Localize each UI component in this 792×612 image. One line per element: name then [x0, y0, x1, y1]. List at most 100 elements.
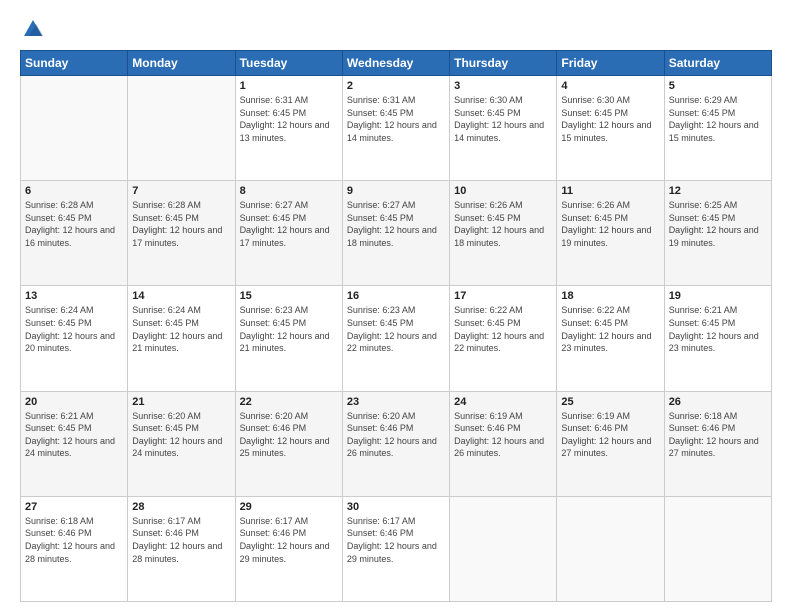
day-info: Sunrise: 6:30 AMSunset: 6:45 PMDaylight:…	[561, 94, 659, 144]
day-info: Sunrise: 6:22 AMSunset: 6:45 PMDaylight:…	[561, 304, 659, 354]
calendar-week-row: 20Sunrise: 6:21 AMSunset: 6:45 PMDayligh…	[21, 391, 772, 496]
calendar-header-tuesday: Tuesday	[235, 51, 342, 76]
day-info: Sunrise: 6:28 AMSunset: 6:45 PMDaylight:…	[132, 199, 230, 249]
calendar-day-cell: 13 Sunrise: 6:24 AMSunset: 6:45 PMDayligh…	[21, 286, 128, 391]
day-info: Sunrise: 6:31 AMSunset: 6:45 PMDaylight:…	[240, 94, 338, 144]
calendar-header-sunday: Sunday	[21, 51, 128, 76]
day-number: 30	[347, 501, 445, 513]
day-number: 25	[561, 396, 659, 408]
calendar-week-row: 13 Sunrise: 6:24 AMSunset: 6:45 PMDayligh…	[21, 286, 772, 391]
day-number: 24	[454, 396, 552, 408]
calendar-day-cell: 16 Sunrise: 6:23 AMSunset: 6:45 PMDayligh…	[342, 286, 449, 391]
calendar-day-cell: 14 Sunrise: 6:24 AMSunset: 6:45 PMDayligh…	[128, 286, 235, 391]
day-info: Sunrise: 6:31 AMSunset: 6:45 PMDaylight:…	[347, 94, 445, 144]
day-number: 10	[454, 185, 552, 197]
day-number: 28	[132, 501, 230, 513]
day-number: 14	[132, 290, 230, 302]
day-number: 9	[347, 185, 445, 197]
day-info: Sunrise: 6:29 AMSunset: 6:45 PMDaylight:…	[669, 94, 767, 144]
day-number: 19	[669, 290, 767, 302]
calendar-day-cell: 21 Sunrise: 6:20 AMSunset: 6:45 PMDayligh…	[128, 391, 235, 496]
day-info: Sunrise: 6:23 AMSunset: 6:45 PMDaylight:…	[347, 304, 445, 354]
day-info: Sunrise: 6:23 AMSunset: 6:45 PMDaylight:…	[240, 304, 338, 354]
day-info: Sunrise: 6:26 AMSunset: 6:45 PMDaylight:…	[561, 199, 659, 249]
day-number: 29	[240, 501, 338, 513]
day-info: Sunrise: 6:20 AMSunset: 6:46 PMDaylight:…	[347, 410, 445, 460]
header	[20, 18, 772, 40]
day-number: 22	[240, 396, 338, 408]
day-info: Sunrise: 6:24 AMSunset: 6:45 PMDaylight:…	[25, 304, 123, 354]
day-number: 4	[561, 80, 659, 92]
calendar-day-cell: 17 Sunrise: 6:22 AMSunset: 6:45 PMDayligh…	[450, 286, 557, 391]
calendar-day-cell: 4 Sunrise: 6:30 AMSunset: 6:45 PMDaylight…	[557, 76, 664, 181]
day-number: 17	[454, 290, 552, 302]
calendar-header-saturday: Saturday	[664, 51, 771, 76]
day-info: Sunrise: 6:28 AMSunset: 6:45 PMDaylight:…	[25, 199, 123, 249]
calendar-header-row: SundayMondayTuesdayWednesdayThursdayFrid…	[21, 51, 772, 76]
calendar-day-cell: 8 Sunrise: 6:27 AMSunset: 6:45 PMDaylight…	[235, 181, 342, 286]
calendar-header-thursday: Thursday	[450, 51, 557, 76]
day-info: Sunrise: 6:24 AMSunset: 6:45 PMDaylight:…	[132, 304, 230, 354]
day-info: Sunrise: 6:30 AMSunset: 6:45 PMDaylight:…	[454, 94, 552, 144]
calendar-day-cell: 12 Sunrise: 6:25 AMSunset: 6:45 PMDayligh…	[664, 181, 771, 286]
calendar-table: SundayMondayTuesdayWednesdayThursdayFrid…	[20, 50, 772, 602]
day-number: 15	[240, 290, 338, 302]
calendar-day-cell	[557, 496, 664, 601]
day-info: Sunrise: 6:17 AMSunset: 6:46 PMDaylight:…	[240, 515, 338, 565]
calendar-day-cell	[450, 496, 557, 601]
day-info: Sunrise: 6:27 AMSunset: 6:45 PMDaylight:…	[347, 199, 445, 249]
calendar-day-cell: 19 Sunrise: 6:21 AMSunset: 6:45 PMDayligh…	[664, 286, 771, 391]
day-number: 8	[240, 185, 338, 197]
day-number: 23	[347, 396, 445, 408]
day-number: 16	[347, 290, 445, 302]
calendar-day-cell: 28 Sunrise: 6:17 AMSunset: 6:46 PMDayligh…	[128, 496, 235, 601]
logo-icon	[22, 18, 44, 40]
calendar-day-cell: 6 Sunrise: 6:28 AMSunset: 6:45 PMDaylight…	[21, 181, 128, 286]
day-number: 6	[25, 185, 123, 197]
day-info: Sunrise: 6:25 AMSunset: 6:45 PMDaylight:…	[669, 199, 767, 249]
day-number: 7	[132, 185, 230, 197]
day-number: 13	[25, 290, 123, 302]
calendar-day-cell: 5 Sunrise: 6:29 AMSunset: 6:45 PMDaylight…	[664, 76, 771, 181]
day-info: Sunrise: 6:27 AMSunset: 6:45 PMDaylight:…	[240, 199, 338, 249]
day-number: 2	[347, 80, 445, 92]
calendar-day-cell: 3 Sunrise: 6:30 AMSunset: 6:45 PMDaylight…	[450, 76, 557, 181]
calendar-day-cell: 22 Sunrise: 6:20 AMSunset: 6:46 PMDayligh…	[235, 391, 342, 496]
calendar-day-cell: 30 Sunrise: 6:17 AMSunset: 6:46 PMDayligh…	[342, 496, 449, 601]
calendar-day-cell: 11 Sunrise: 6:26 AMSunset: 6:45 PMDayligh…	[557, 181, 664, 286]
day-info: Sunrise: 6:21 AMSunset: 6:45 PMDaylight:…	[669, 304, 767, 354]
calendar-week-row: 6 Sunrise: 6:28 AMSunset: 6:45 PMDaylight…	[21, 181, 772, 286]
day-number: 18	[561, 290, 659, 302]
calendar-header-monday: Monday	[128, 51, 235, 76]
day-info: Sunrise: 6:22 AMSunset: 6:45 PMDaylight:…	[454, 304, 552, 354]
calendar-day-cell	[128, 76, 235, 181]
day-number: 5	[669, 80, 767, 92]
calendar-week-row: 27Sunrise: 6:18 AMSunset: 6:46 PMDayligh…	[21, 496, 772, 601]
day-number: 1	[240, 80, 338, 92]
calendar-day-cell	[21, 76, 128, 181]
day-info: Sunrise: 6:26 AMSunset: 6:45 PMDaylight:…	[454, 199, 552, 249]
day-number: 20	[25, 396, 123, 408]
day-info: Sunrise: 6:19 AMSunset: 6:46 PMDaylight:…	[454, 410, 552, 460]
calendar-day-cell: 1 Sunrise: 6:31 AMSunset: 6:45 PMDaylight…	[235, 76, 342, 181]
day-info: Sunrise: 6:20 AMSunset: 6:45 PMDaylight:…	[132, 410, 230, 460]
calendar-header-wednesday: Wednesday	[342, 51, 449, 76]
logo	[20, 18, 44, 40]
day-info: Sunrise: 6:20 AMSunset: 6:46 PMDaylight:…	[240, 410, 338, 460]
calendar-day-cell: 24 Sunrise: 6:19 AMSunset: 6:46 PMDayligh…	[450, 391, 557, 496]
day-number: 3	[454, 80, 552, 92]
page: SundayMondayTuesdayWednesdayThursdayFrid…	[0, 0, 792, 612]
day-info: Sunrise: 6:17 AMSunset: 6:46 PMDaylight:…	[347, 515, 445, 565]
day-info: Sunrise: 6:17 AMSunset: 6:46 PMDaylight:…	[132, 515, 230, 565]
calendar-day-cell: 26Sunrise: 6:18 AMSunset: 6:46 PMDayligh…	[664, 391, 771, 496]
day-info: Sunrise: 6:19 AMSunset: 6:46 PMDaylight:…	[561, 410, 659, 460]
calendar-day-cell: 29 Sunrise: 6:17 AMSunset: 6:46 PMDayligh…	[235, 496, 342, 601]
day-number: 27	[25, 501, 123, 513]
day-number: 21	[132, 396, 230, 408]
calendar-day-cell: 7 Sunrise: 6:28 AMSunset: 6:45 PMDaylight…	[128, 181, 235, 286]
day-info: Sunrise: 6:18 AMSunset: 6:46 PMDaylight:…	[669, 410, 767, 460]
day-number: 12	[669, 185, 767, 197]
calendar-day-cell: 20Sunrise: 6:21 AMSunset: 6:45 PMDayligh…	[21, 391, 128, 496]
day-number: 11	[561, 185, 659, 197]
calendar-week-row: 1 Sunrise: 6:31 AMSunset: 6:45 PMDaylight…	[21, 76, 772, 181]
